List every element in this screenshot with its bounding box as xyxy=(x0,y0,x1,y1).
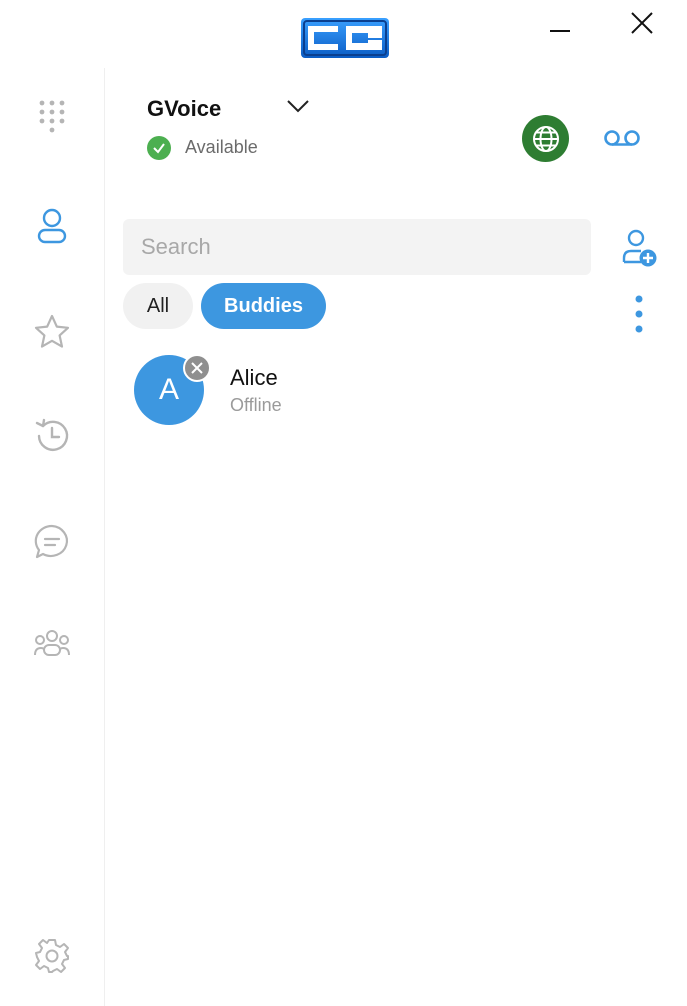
gear-icon xyxy=(35,939,69,973)
sidebar-item-contacts[interactable] xyxy=(30,204,74,248)
account-dropdown-button[interactable] xyxy=(284,92,312,120)
chat-icon xyxy=(34,524,68,559)
status-available-icon xyxy=(147,136,171,160)
star-icon xyxy=(34,314,70,348)
group-icon xyxy=(34,630,70,656)
add-contact-button[interactable] xyxy=(616,226,662,270)
chevron-down-icon xyxy=(287,100,309,113)
minimize-icon xyxy=(550,30,570,32)
person-icon xyxy=(37,208,67,244)
account-status[interactable]: Available xyxy=(185,137,258,158)
contact-status: Offline xyxy=(230,395,282,415)
dialpad-icon xyxy=(39,100,65,133)
remove-contact-button[interactable] xyxy=(183,354,211,382)
globe-icon xyxy=(532,125,559,152)
sidebar-item-dialpad[interactable] xyxy=(30,96,74,140)
sidebar-item-settings[interactable] xyxy=(30,934,74,978)
voicemail-icon xyxy=(604,130,640,146)
add-contact-icon xyxy=(622,229,657,267)
close-button[interactable] xyxy=(622,3,662,43)
voicemail-button[interactable] xyxy=(600,118,644,158)
sidebar xyxy=(0,68,105,1006)
globe-button[interactable] xyxy=(522,115,569,162)
history-icon xyxy=(35,418,69,451)
sidebar-item-chat[interactable] xyxy=(30,520,74,564)
minimize-button[interactable] xyxy=(540,3,580,43)
cc-logo-icon xyxy=(301,18,389,58)
contact-name: Alice xyxy=(230,365,278,390)
filter-all-tab[interactable]: All xyxy=(123,283,193,329)
contact-list-item[interactable]: A Alice Offline xyxy=(123,345,591,435)
filter-buddies-tab[interactable]: Buddies xyxy=(201,283,326,329)
more-options-button[interactable] xyxy=(624,292,654,336)
close-icon xyxy=(631,12,653,34)
more-vertical-icon xyxy=(635,295,643,333)
sidebar-item-favorites[interactable] xyxy=(30,310,74,354)
search-input[interactable] xyxy=(123,219,591,275)
close-icon xyxy=(191,362,203,374)
app-logo xyxy=(300,16,390,60)
sidebar-item-history[interactable] xyxy=(30,414,74,458)
check-icon xyxy=(153,143,165,154)
sidebar-item-groups[interactable] xyxy=(30,624,74,668)
account-name: GVoice xyxy=(147,96,222,121)
